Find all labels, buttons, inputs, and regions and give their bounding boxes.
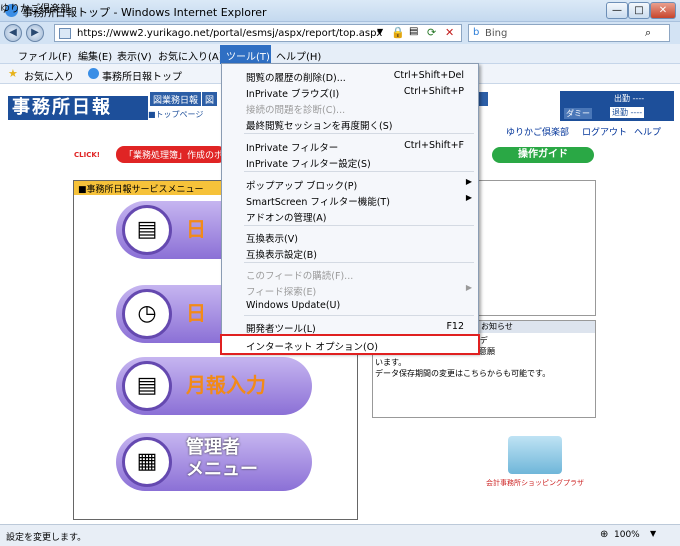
promo-banner[interactable]: 「業務処理簿」作成のポ xyxy=(116,146,226,163)
search-placeholder: Bing xyxy=(485,28,508,39)
menu-separator xyxy=(244,262,474,263)
menu-item-inprivate-filter[interactable]: InPrivate フィルター Ctrl+Shift+F xyxy=(222,137,478,154)
search-box[interactable]: b Bing ⌕ xyxy=(468,24,670,42)
refresh-icon[interactable]: ⟳ xyxy=(427,26,436,39)
click-label: CLICK! xyxy=(74,151,100,159)
logo-subtitle[interactable]: ■トップページ xyxy=(148,109,203,120)
menu-item-compat-view[interactable]: 互換表示(V) xyxy=(222,228,478,245)
menu-item-delete-history[interactable]: 閲覧の履歴の削除(D)... Ctrl+Shift+Del xyxy=(222,67,478,84)
dummy-button[interactable]: ダミー xyxy=(564,108,592,119)
menu-favorites[interactable]: お気に入り(A) xyxy=(158,48,223,63)
tab-icon xyxy=(88,68,99,79)
maximize-button[interactable]: □ xyxy=(628,2,650,19)
menu-item-manage-addons[interactable]: アドオンの管理(A) xyxy=(222,207,478,224)
menu-separator xyxy=(244,315,474,316)
monthly-document-icon: ▤ xyxy=(122,361,172,411)
minimize-button[interactable]: — xyxy=(606,2,628,19)
menu-item-compat-view-settings[interactable]: 互換表示設定(B) xyxy=(222,244,478,261)
title-bar: 事務所日報トップ - Windows Internet Explorer — □… xyxy=(0,0,680,22)
menu-item-diagnose-connection: 接続の問題を診断(C)... xyxy=(246,105,346,116)
bing-icon: b xyxy=(473,27,480,38)
menu-help[interactable]: ヘルプ(H) xyxy=(276,48,321,63)
url-text: https://www2.yurikago.net/portal/esmsj/a… xyxy=(77,28,383,39)
menu-item-windows-update[interactable]: Windows Update(U) xyxy=(222,297,478,314)
service-item-admin[interactable]: ▦ 管理者 メニュー xyxy=(116,433,312,491)
zoom-icon[interactable]: ⊕ xyxy=(600,529,608,540)
admin-icon: ▦ xyxy=(122,437,172,487)
page-icon xyxy=(59,28,71,39)
submenu-arrow-icon: ▶ xyxy=(465,177,472,186)
menu-edit[interactable]: 編集(E) xyxy=(78,48,112,63)
menu-item-inprivate-browsing[interactable]: InPrivate ブラウズ(I) Ctrl+Shift+P xyxy=(222,83,478,100)
zoom-level[interactable]: 100% xyxy=(614,530,640,540)
yurikago-banner[interactable]: ゆりかご倶楽部 xyxy=(0,0,70,15)
clock-icon: ◷ xyxy=(122,289,172,339)
search-icon[interactable]: ⌕ xyxy=(645,26,651,40)
clock-in-label: 出勤 ---- xyxy=(614,94,645,103)
yurikago-link[interactable]: ゆりかご倶楽部 xyxy=(506,125,569,138)
zoom-dropdown-icon[interactable]: ▼ xyxy=(650,529,656,538)
menu-item-internet-options[interactable]: インターネット オプション(O) xyxy=(220,334,480,355)
operation-guide-button[interactable]: 操作ガイド xyxy=(492,147,594,163)
menu-separator xyxy=(244,225,474,226)
menu-item-smartscreen[interactable]: SmartScreen フィルター機能(T) ▶ xyxy=(222,191,478,208)
menu-view[interactable]: 表示(V) xyxy=(117,48,152,63)
submenu-arrow-icon: ▶ xyxy=(465,283,472,292)
header-button-2[interactable]: 図 xyxy=(202,92,218,106)
menu-item-reopen-session[interactable]: 最終閲覧セッションを再度開く(S) xyxy=(222,115,478,132)
plaza-label: 会計事務所ショッピングプラザ xyxy=(486,479,584,487)
favorites-star-icon[interactable]: ★ xyxy=(8,67,18,80)
stop-icon[interactable]: ✕ xyxy=(445,26,454,39)
menu-item-inprivate-filter-settings[interactable]: InPrivate フィルター設定(S) xyxy=(222,153,478,170)
menu-item-popup-blocker[interactable]: ポップアップ ブロック(P) ▶ xyxy=(222,175,478,192)
shopping-plaza-banner[interactable]: 会計事務所ショッピングプラザ xyxy=(486,432,584,492)
tab-active[interactable]: 事務所日報トップ xyxy=(102,68,182,83)
menu-file[interactable]: ファイル(F) xyxy=(18,48,72,63)
attendance-panel: 出勤 ---- ダミー 退勤 ---- xyxy=(560,91,674,121)
menu-bar: ファイル(F) 編集(E) 表示(V) お気に入り(A) ツール(T) ヘルプ(… xyxy=(0,44,680,64)
dropdown-arrow-icon[interactable]: ▼ xyxy=(377,27,383,36)
site-logo[interactable]: 事務所日報 xyxy=(8,96,148,120)
menu-item-subscribe-feed: このフィードの購読(F)... xyxy=(246,271,354,282)
status-text: 設定を変更します。 xyxy=(6,533,87,543)
lock-icon[interactable]: 🔒 xyxy=(391,26,405,39)
clock-out-label: 退勤 ---- xyxy=(610,107,645,118)
document-icon: ▤ xyxy=(122,205,172,255)
menu-separator xyxy=(244,171,474,172)
favorites-button[interactable]: お気に入り xyxy=(24,68,74,83)
address-toolbar: ◀ ▶ https://www2.yurikago.net/portal/esm… xyxy=(0,22,680,44)
tools-dropdown-menu: 閲覧の履歴の削除(D)... Ctrl+Shift+Del InPrivate ブ… xyxy=(220,63,480,355)
buildings-image xyxy=(508,436,562,474)
back-button[interactable]: ◀ xyxy=(4,24,22,42)
help-link[interactable]: ヘルプ xyxy=(634,125,661,138)
service-item-monthly[interactable]: ▤ 月報入力 xyxy=(116,357,312,415)
status-bar: 設定を変更します。 ⊕ 100% ▼ xyxy=(0,524,680,546)
menu-item-developer-tools[interactable]: 開発者ツール(L) F12 xyxy=(222,318,478,335)
header-button-daily[interactable]: 図業務日報 xyxy=(150,92,202,106)
menu-item-feed-discovery: フィード探索(E) ▶ xyxy=(246,283,472,298)
address-field[interactable]: https://www2.yurikago.net/portal/esmsj/a… xyxy=(54,24,462,42)
close-button[interactable]: ✕ xyxy=(650,2,676,19)
menu-tools[interactable]: ツール(T) xyxy=(220,45,271,64)
submenu-arrow-icon: ▶ xyxy=(465,193,472,202)
logout-link[interactable]: ログアウト xyxy=(582,125,627,138)
menu-separator xyxy=(244,133,474,134)
forward-button[interactable]: ▶ xyxy=(26,24,44,42)
compat-view-icon[interactable]: ▤ xyxy=(409,26,418,37)
